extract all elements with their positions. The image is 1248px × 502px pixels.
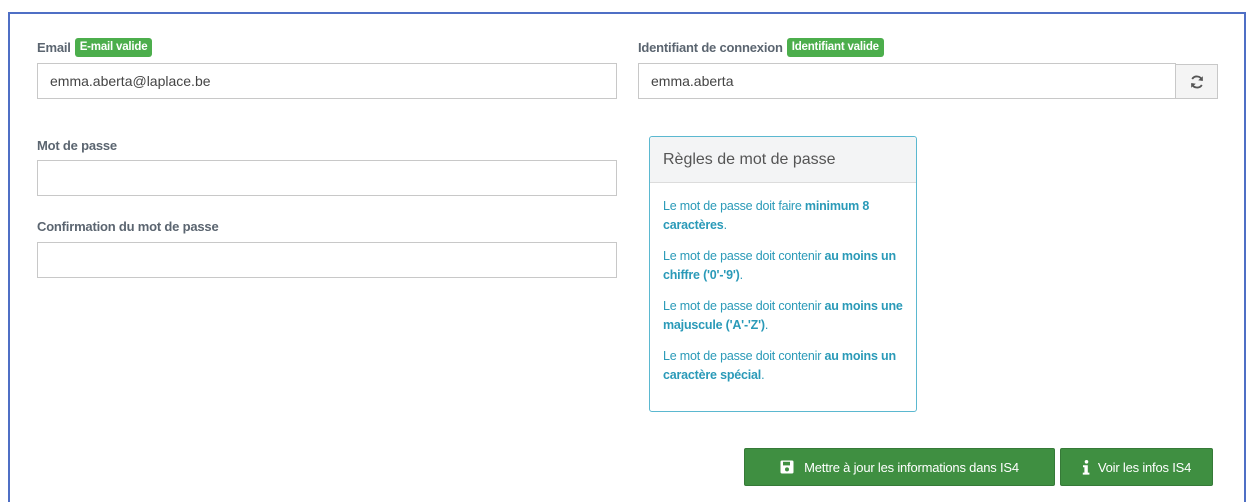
email-valid-badge: E-mail valide [74, 38, 153, 57]
rule-min-length: Le mot de passe doit faire minimum 8 car… [663, 199, 870, 232]
password-rules-list: Le mot de passe doit faire minimum 8 car… [650, 183, 916, 385]
view-is4-info-label: Voir les infos IS4 [1097, 459, 1192, 475]
password-label: Mot de passe [37, 138, 117, 153]
email-input[interactable] [37, 63, 617, 99]
email-label: Email [37, 40, 71, 55]
refresh-login-button[interactable] [1175, 64, 1218, 99]
password-input[interactable] [37, 160, 617, 196]
password-confirm-input[interactable] [37, 242, 617, 278]
update-is4-label: Mettre à jour les informations dans IS4 [804, 459, 1019, 475]
info-icon [1082, 459, 1090, 475]
password-rules-panel: Règles de mot de passe Le mot de passe d… [649, 136, 917, 412]
login-input[interactable] [638, 63, 1176, 99]
update-is4-button[interactable]: Mettre à jour les informations dans IS4 [744, 448, 1055, 486]
login-label-row: Identifiant de connexion Identifiant val… [638, 38, 884, 57]
login-valid-badge: Identifiant valide [786, 38, 884, 57]
password-confirm-label: Confirmation du mot de passe [37, 219, 219, 234]
login-label: Identifiant de connexion [638, 40, 783, 55]
rule-digit: Le mot de passe doit contenir au moins u… [663, 249, 896, 282]
refresh-icon [1190, 75, 1203, 88]
password-label-row: Mot de passe [37, 138, 117, 153]
rule-uppercase: Le mot de passe doit contenir au moins u… [663, 299, 903, 332]
view-is4-info-button[interactable]: Voir les infos IS4 [1060, 448, 1213, 486]
rule-special-char: Le mot de passe doit contenir au moins u… [663, 349, 896, 382]
password-rules-title: Règles de mot de passe [650, 137, 916, 183]
floppy-disk-icon [780, 460, 794, 474]
email-label-row: Email E-mail valide [37, 38, 153, 57]
password-confirm-label-row: Confirmation du mot de passe [37, 219, 219, 234]
